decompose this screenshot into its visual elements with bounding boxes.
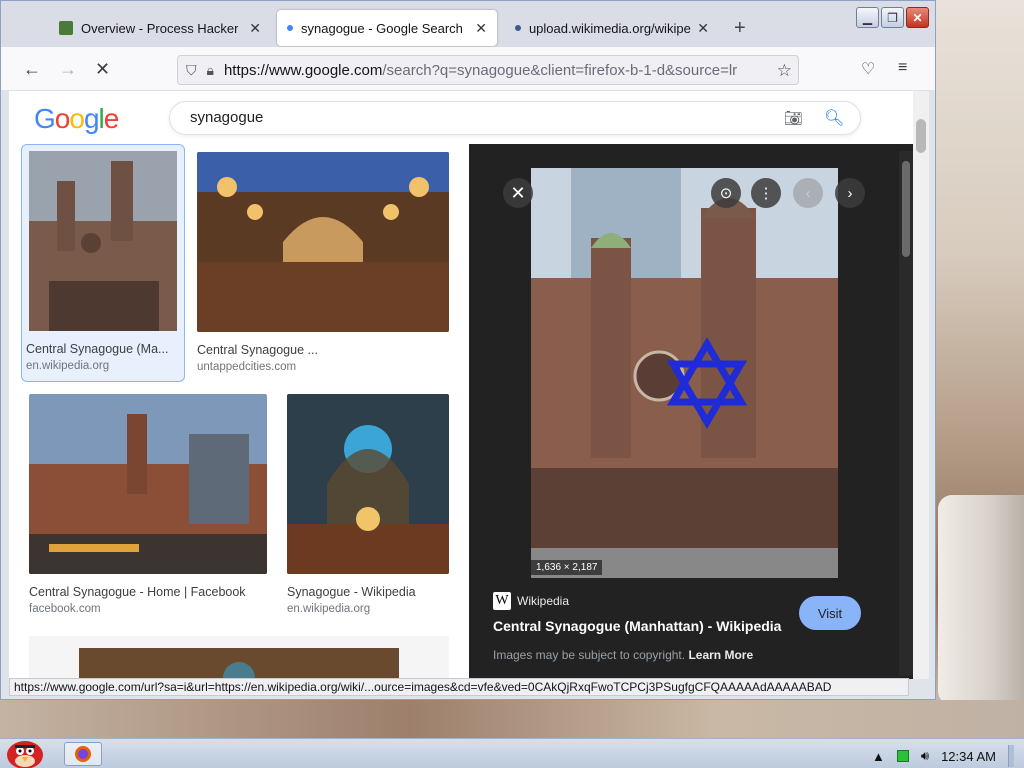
- url-bar[interactable]: ⛉ 🔒︎ https://www.google.com/search?q=syn…: [177, 55, 799, 85]
- preview-image[interactable]: [531, 168, 838, 578]
- taskbar: ▲ 🔊︎ 12:34 AM: [0, 738, 1024, 768]
- image-result-5[interactable]: [29, 636, 449, 679]
- window-controls: ▁ ❐ ✕: [856, 7, 929, 28]
- result-title[interactable]: Central Synagogue ...: [197, 343, 449, 357]
- wikimedia-favicon-icon: [515, 25, 521, 31]
- image-result-4[interactable]: Synagogue - Wikipedia en.wikipedia.org: [287, 394, 449, 615]
- preview-source-label: Wikipedia: [517, 594, 570, 608]
- result-thumbnail[interactable]: [29, 394, 267, 574]
- process-hacker-icon: [59, 21, 73, 35]
- result-title[interactable]: Central Synagogue - Home | Facebook: [29, 585, 267, 599]
- preview-title[interactable]: Central Synagogue (Manhattan) - Wikipedi…: [493, 618, 781, 634]
- start-button-angry-bird-icon[interactable]: [2, 731, 48, 768]
- next-image-button[interactable]: ›: [835, 178, 865, 208]
- tab-close-icon[interactable]: ✕: [249, 20, 261, 37]
- result-thumbnail[interactable]: [26, 151, 180, 331]
- firefox-icon: [75, 746, 91, 762]
- shield-icon[interactable]: ⛉: [186, 62, 197, 79]
- url-text[interactable]: https://www.google.com/search?q=synagogu…: [224, 62, 754, 79]
- bookmark-star-icon[interactable]: ☆: [777, 61, 792, 81]
- volume-icon[interactable]: 🔊︎: [921, 748, 929, 764]
- close-preview-button[interactable]: ✕: [503, 178, 533, 208]
- forward-button[interactable]: →: [59, 59, 77, 80]
- result-source: untappedcities.com: [197, 361, 297, 373]
- page-scrollbar[interactable]: [913, 91, 929, 679]
- show-desktop-button[interactable]: [1008, 745, 1014, 767]
- result-title[interactable]: Synagogue - Wikipedia: [287, 585, 449, 599]
- desktop-wallpaper-cup: [938, 495, 1024, 705]
- tab-process-hacker[interactable]: Overview - Process Hacker ✕: [49, 10, 271, 46]
- result-title[interactable]: Central Synagogue (Ma...: [26, 342, 180, 356]
- taskbar-firefox-button[interactable]: [64, 742, 102, 766]
- tab-strip: Overview - Process Hacker ✕ synagogue - …: [1, 1, 935, 47]
- search-box[interactable]: 📷︎ 🔍︎: [169, 101, 861, 135]
- tab-close-icon[interactable]: ✕: [475, 20, 487, 37]
- search-icon[interactable]: 🔍︎: [824, 108, 844, 128]
- preview-scrollbar[interactable]: [899, 151, 913, 676]
- result-source: en.wikipedia.org: [287, 603, 371, 615]
- result-thumbnail[interactable]: [79, 648, 399, 679]
- learn-more-link[interactable]: Learn More: [688, 648, 753, 662]
- scrollbar-thumb[interactable]: [902, 161, 910, 257]
- preview-source[interactable]: W Wikipedia: [493, 592, 569, 610]
- tab-google-search[interactable]: synagogue - Google Search ✕: [277, 10, 497, 46]
- network-icon[interactable]: [896, 750, 909, 762]
- menu-icon[interactable]: ≡: [898, 59, 907, 77]
- tab-wikimedia[interactable]: upload.wikimedia.org/wikipe ✕: [505, 10, 719, 46]
- tab-title: upload.wikimedia.org/wikipe: [528, 20, 691, 36]
- new-tab-button[interactable]: +: [734, 17, 746, 40]
- result-source: en.wikipedia.org: [26, 360, 110, 372]
- scrollbar-thumb[interactable]: [916, 119, 926, 153]
- clock[interactable]: 12:34 AM: [941, 749, 996, 764]
- back-button[interactable]: ←: [23, 59, 41, 80]
- lens-icon[interactable]: ⊙: [711, 178, 741, 208]
- tray-expand-icon[interactable]: ▲: [872, 749, 885, 764]
- status-bar-link: https://www.google.com/url?sa=i&url=http…: [9, 678, 909, 696]
- wikipedia-icon: W: [493, 592, 511, 610]
- stop-loading-button[interactable]: ✕: [95, 59, 110, 80]
- lock-icon[interactable]: 🔒︎: [207, 62, 214, 79]
- pocket-icon[interactable]: ♡: [861, 59, 875, 79]
- system-tray: ▲ 🔊︎ 12:34 AM: [872, 745, 1014, 767]
- image-preview-panel: ✕ ⊙ ⋮ ‹ › 1,636 × 2,187 W Wikipedia Cent…: [469, 144, 913, 679]
- image-result-2[interactable]: Central Synagogue ... untappedcities.com: [197, 152, 449, 373]
- page-viewport: Google 📷︎ 🔍︎ Central Synagogue (Ma... en…: [9, 91, 929, 679]
- result-thumbnail[interactable]: [287, 394, 449, 574]
- google-logo[interactable]: Google: [34, 103, 119, 135]
- tab-title: Overview - Process Hacker: [81, 20, 239, 36]
- search-input[interactable]: [190, 109, 750, 126]
- more-options-icon[interactable]: ⋮: [751, 178, 781, 208]
- visit-button[interactable]: Visit: [799, 596, 861, 630]
- image-result-3[interactable]: Central Synagogue - Home | Facebook face…: [29, 394, 267, 615]
- image-result-1[interactable]: Central Synagogue (Ma... en.wikipedia.or…: [21, 144, 185, 382]
- tab-close-icon[interactable]: ✕: [697, 20, 709, 37]
- result-source: facebook.com: [29, 603, 101, 615]
- browser-window: Overview - Process Hacker ✕ synagogue - …: [0, 0, 936, 700]
- desktop-wallpaper-strip: [0, 700, 1024, 738]
- camera-icon[interactable]: 📷︎: [784, 109, 803, 127]
- result-thumbnail[interactable]: [197, 152, 449, 332]
- navigation-toolbar: ← → ✕ ⛉ 🔒︎ https://www.google.com/search…: [1, 47, 935, 91]
- previous-image-button[interactable]: ‹: [793, 178, 823, 208]
- google-favicon-icon: [287, 25, 293, 31]
- close-window-button[interactable]: ✕: [906, 7, 929, 28]
- maximize-button[interactable]: ❐: [881, 7, 904, 28]
- image-dimensions: 1,636 × 2,187: [531, 560, 603, 575]
- copyright-notice: Images may be subject to copyright. Lear…: [493, 648, 754, 662]
- minimize-button[interactable]: ▁: [856, 7, 879, 28]
- tab-title: synagogue - Google Search: [301, 20, 463, 36]
